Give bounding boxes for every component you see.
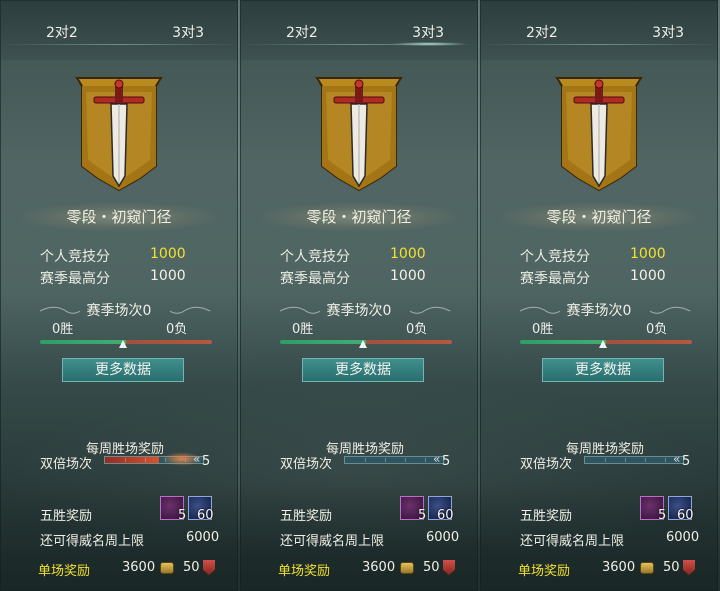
double-matches-bar bbox=[344, 456, 444, 464]
weekly-limit-label: 还可得威名周上限 bbox=[280, 534, 385, 549]
tab-2v2[interactable]: 2对2 bbox=[46, 22, 78, 42]
chest-count: 5 bbox=[418, 508, 427, 523]
chevron-right-icon: « bbox=[193, 452, 201, 466]
coin-icon bbox=[160, 562, 174, 574]
mode-tabs: 2对2 3对3 bbox=[480, 0, 718, 60]
arena-panel-1: 2对2 3对3 零段・初窥门径 个人竞技分 1000 赛季最高分 1000 赛季… bbox=[240, 0, 478, 591]
single-reward-label: 单场奖励 bbox=[518, 564, 571, 579]
more-data-button[interactable]: 更多数据 bbox=[62, 358, 184, 382]
sword-banner-emblem bbox=[75, 77, 163, 192]
chest-count: 5 bbox=[658, 508, 667, 523]
rating-label: 个人竞技分 bbox=[40, 249, 110, 265]
season-matches: 赛季场次0 bbox=[566, 303, 632, 319]
losses-text: 0负 bbox=[406, 322, 428, 337]
wins-text: 0胜 bbox=[52, 322, 74, 337]
arena-panel-2: 2对2 3对3 零段・初窥门径 个人竞技分 1000 赛季最高分 1000 赛季… bbox=[480, 0, 718, 591]
season-best-label: 赛季最高分 bbox=[520, 271, 590, 287]
single-reward-value-2: 50 bbox=[423, 560, 440, 575]
season-best-label: 赛季最高分 bbox=[280, 271, 350, 287]
weekly-limit-label: 还可得威名周上限 bbox=[40, 534, 145, 549]
double-matches-label: 双倍场次 bbox=[280, 457, 333, 472]
ratio-marker bbox=[359, 340, 367, 348]
tab-3v3[interactable]: 3对3 bbox=[172, 22, 204, 42]
tab-2v2[interactable]: 2对2 bbox=[526, 22, 558, 42]
double-count: 5 bbox=[202, 454, 211, 469]
sword-banner-emblem bbox=[555, 77, 643, 192]
weekly-reward-title: 每周胜场奖励 bbox=[86, 442, 165, 457]
season-best-value: 1000 bbox=[630, 268, 666, 284]
ratio-marker bbox=[119, 340, 127, 348]
ratio-marker bbox=[599, 340, 607, 348]
chevron-right-icon: « bbox=[673, 452, 681, 466]
more-data-button[interactable]: 更多数据 bbox=[542, 358, 664, 382]
badge-icon bbox=[203, 560, 215, 575]
season-matches: 赛季场次0 bbox=[86, 303, 152, 319]
weekly-limit-value: 6000 bbox=[426, 530, 460, 545]
single-reward-label: 单场奖励 bbox=[38, 564, 91, 579]
double-count: 5 bbox=[682, 454, 691, 469]
double-progress-fill bbox=[105, 457, 159, 463]
double-matches-label: 双倍场次 bbox=[40, 457, 93, 472]
rank-title: 零段・初窥门径 bbox=[306, 208, 412, 226]
sword-banner-emblem bbox=[315, 77, 403, 192]
wins-text: 0胜 bbox=[292, 322, 314, 337]
weekly-limit-label: 还可得威名周上限 bbox=[520, 534, 625, 549]
single-reward-value-1: 3600 bbox=[362, 560, 396, 575]
rating-value: 1000 bbox=[150, 246, 186, 262]
rating-label: 个人竞技分 bbox=[520, 249, 590, 265]
single-reward-label: 单场奖励 bbox=[278, 564, 331, 579]
losses-text: 0负 bbox=[166, 322, 188, 337]
wins-text: 0胜 bbox=[532, 322, 554, 337]
season-best-label: 赛季最高分 bbox=[40, 271, 110, 287]
rating-label: 个人竞技分 bbox=[280, 249, 350, 265]
five-win-label: 五胜奖励 bbox=[520, 509, 573, 524]
tab-underline bbox=[480, 44, 718, 45]
more-data-button[interactable]: 更多数据 bbox=[302, 358, 424, 382]
tab-3v3[interactable]: 3对3 bbox=[390, 22, 468, 46]
single-reward-value-2: 50 bbox=[663, 560, 680, 575]
mode-tabs: 2对2 3对3 bbox=[0, 0, 238, 60]
losses-text: 0负 bbox=[646, 322, 668, 337]
token-count: 60 bbox=[677, 508, 694, 523]
season-matches: 赛季场次0 bbox=[326, 303, 392, 319]
coin-icon bbox=[640, 562, 654, 574]
five-win-label: 五胜奖励 bbox=[280, 509, 333, 524]
token-count: 60 bbox=[197, 508, 214, 523]
season-best-value: 1000 bbox=[150, 268, 186, 284]
tab-2v2[interactable]: 2对2 bbox=[286, 22, 318, 42]
double-count: 5 bbox=[442, 454, 451, 469]
double-matches-bar bbox=[584, 456, 684, 464]
weekly-reward-title: 每周胜场奖励 bbox=[566, 442, 645, 457]
tab-underline bbox=[0, 44, 238, 45]
single-reward-value-1: 3600 bbox=[602, 560, 636, 575]
mode-tabs: 2对2 3对3 bbox=[240, 0, 478, 60]
double-matches-label: 双倍场次 bbox=[520, 457, 573, 472]
badge-icon bbox=[683, 560, 695, 575]
arena-panel-0: 2对2 3对3 零段・初窥门径 个人竞技分 1000 赛季最高分 1000 赛季… bbox=[0, 0, 238, 591]
five-win-label: 五胜奖励 bbox=[40, 509, 93, 524]
tab-3v3[interactable]: 3对3 bbox=[652, 22, 684, 42]
single-reward-value-1: 3600 bbox=[122, 560, 156, 575]
coin-icon bbox=[400, 562, 414, 574]
rank-title: 零段・初窥门径 bbox=[66, 208, 172, 226]
rating-value: 1000 bbox=[630, 246, 666, 262]
badge-icon bbox=[443, 560, 455, 575]
weekly-limit-value: 6000 bbox=[186, 530, 220, 545]
weekly-limit-value: 6000 bbox=[666, 530, 700, 545]
chevron-right-icon: « bbox=[433, 452, 441, 466]
season-best-value: 1000 bbox=[390, 268, 426, 284]
single-reward-value-2: 50 bbox=[183, 560, 200, 575]
chest-count: 5 bbox=[178, 508, 187, 523]
rating-value: 1000 bbox=[390, 246, 426, 262]
weekly-reward-title: 每周胜场奖励 bbox=[326, 442, 405, 457]
tab-underline bbox=[240, 44, 478, 45]
token-count: 60 bbox=[437, 508, 454, 523]
rank-title: 零段・初窥门径 bbox=[546, 208, 652, 226]
